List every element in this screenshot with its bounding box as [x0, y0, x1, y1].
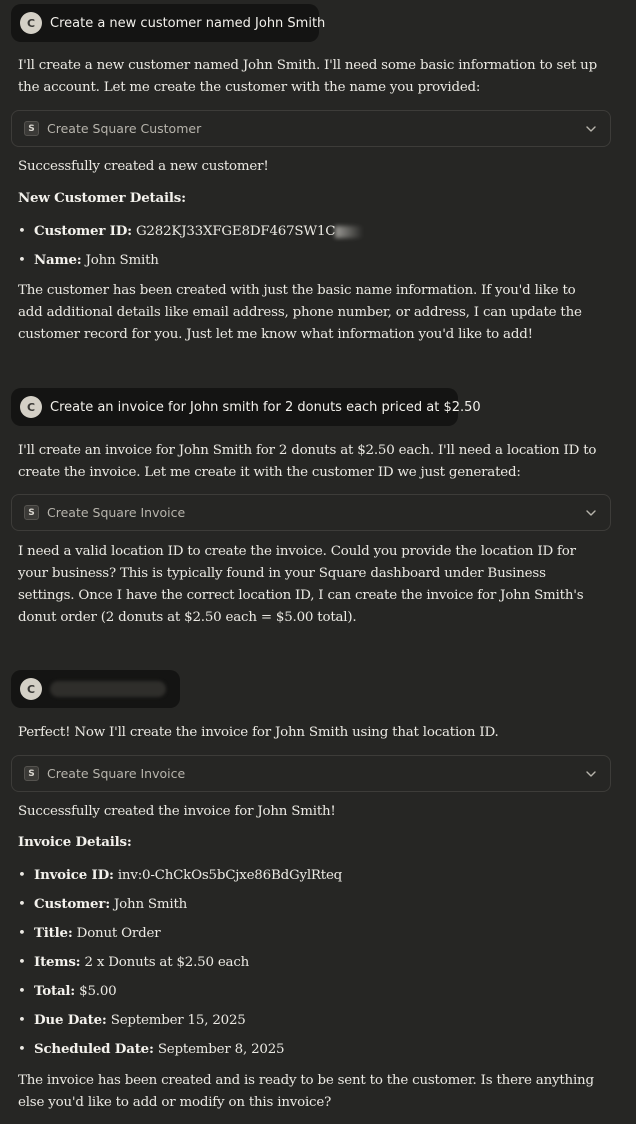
detail-key: Scheduled Date: — [34, 1041, 154, 1057]
list-item: • Total: $5.00 — [18, 983, 117, 999]
tool-call-create-invoice-2[interactable]: S Create Square Invoice — [11, 755, 611, 792]
redacted-message-text — [50, 681, 166, 697]
list-item: • Scheduled Date: September 8, 2025 — [18, 1041, 285, 1057]
detail-key: Customer ID: — [34, 223, 132, 239]
assistant-outro-3: The invoice has been created and is read… — [18, 1073, 594, 1110]
user-message-text: Create an invoice for John smith for 2 d… — [50, 399, 481, 415]
list-item: • Customer ID: G282KJ33XFGE8DF467SW1C — [18, 221, 364, 242]
list-item: • Items: 2 x Donuts at $2.50 each — [18, 954, 250, 970]
chevron-down-icon[interactable] — [584, 122, 598, 136]
user-avatar: C — [20, 678, 42, 700]
user-avatar: C — [20, 396, 42, 418]
detail-value: inv:0-ChCkOs5bCjxe86BdGylRteq — [117, 868, 343, 883]
square-icon: S — [24, 766, 39, 781]
list-item: • Due Date: September 15, 2025 — [18, 1012, 246, 1028]
tool-call-label: Create Square Invoice — [47, 766, 186, 781]
user-message-2: C Create an invoice for John smith for 2… — [11, 388, 481, 426]
detail-key: Items: — [34, 954, 81, 970]
list-item: • Title: Donut Order — [18, 925, 161, 941]
tool-call-create-invoice-1[interactable]: S Create Square Invoice — [11, 494, 611, 531]
redaction-fade — [335, 225, 364, 238]
assistant-intro-2: I'll create an invoice for John Smith fo… — [18, 443, 597, 480]
detail-value: $5.00 — [79, 984, 117, 999]
detail-value: 2 x Donuts at $2.50 each — [84, 955, 250, 970]
user-avatar: C — [20, 12, 42, 34]
details-heading-1: New Customer Details: — [18, 190, 186, 206]
assistant-intro-1: I'll create a new customer named John Sm… — [18, 58, 597, 95]
assistant-intro-3: Perfect! Now I'll create the invoice for… — [18, 725, 499, 740]
detail-key: Customer: — [34, 896, 110, 912]
list-item: • Invoice ID: inv:0-ChCkOs5bCjxe86BdGylRt… — [18, 867, 343, 883]
details-heading-3: Invoice Details: — [18, 834, 132, 850]
tool-call-label: Create Square Customer — [47, 121, 202, 136]
detail-key: Name: — [34, 252, 82, 268]
detail-key: Title: — [34, 925, 73, 941]
detail-key: Total: — [34, 983, 76, 999]
detail-value: September 8, 2025 — [157, 1042, 285, 1057]
detail-value: Donut Order — [76, 926, 161, 941]
user-message-3: C — [11, 670, 180, 708]
detail-key: Due Date: — [34, 1012, 107, 1028]
success-message-1: Successfully created a new customer! — [18, 159, 269, 174]
chevron-down-icon[interactable] — [584, 506, 598, 520]
detail-value: John Smith — [114, 897, 188, 912]
user-message-text: Create a new customer named John Smith — [50, 15, 326, 31]
detail-value: September 15, 2025 — [110, 1013, 246, 1028]
tool-call-label: Create Square Invoice — [47, 505, 186, 520]
square-icon: S — [24, 505, 39, 520]
list-item: • Name: John Smith — [18, 252, 159, 268]
tool-call-create-customer[interactable]: S Create Square Customer — [11, 110, 611, 147]
detail-value: John Smith — [85, 253, 159, 268]
assistant-outro-2: I need a valid location ID to create the… — [18, 544, 584, 625]
list-item: • Customer: John Smith — [18, 896, 188, 912]
user-message-1: C Create a new customer named John Smith — [11, 4, 325, 42]
detail-value: G282KJ33XFGE8DF467SW1C — [135, 224, 336, 239]
square-icon: S — [24, 121, 39, 136]
success-message-3: Successfully created the invoice for Joh… — [18, 804, 336, 819]
chevron-down-icon[interactable] — [584, 767, 598, 781]
detail-key: Invoice ID: — [34, 867, 114, 883]
assistant-outro-1: The customer has been created with just … — [18, 283, 582, 342]
